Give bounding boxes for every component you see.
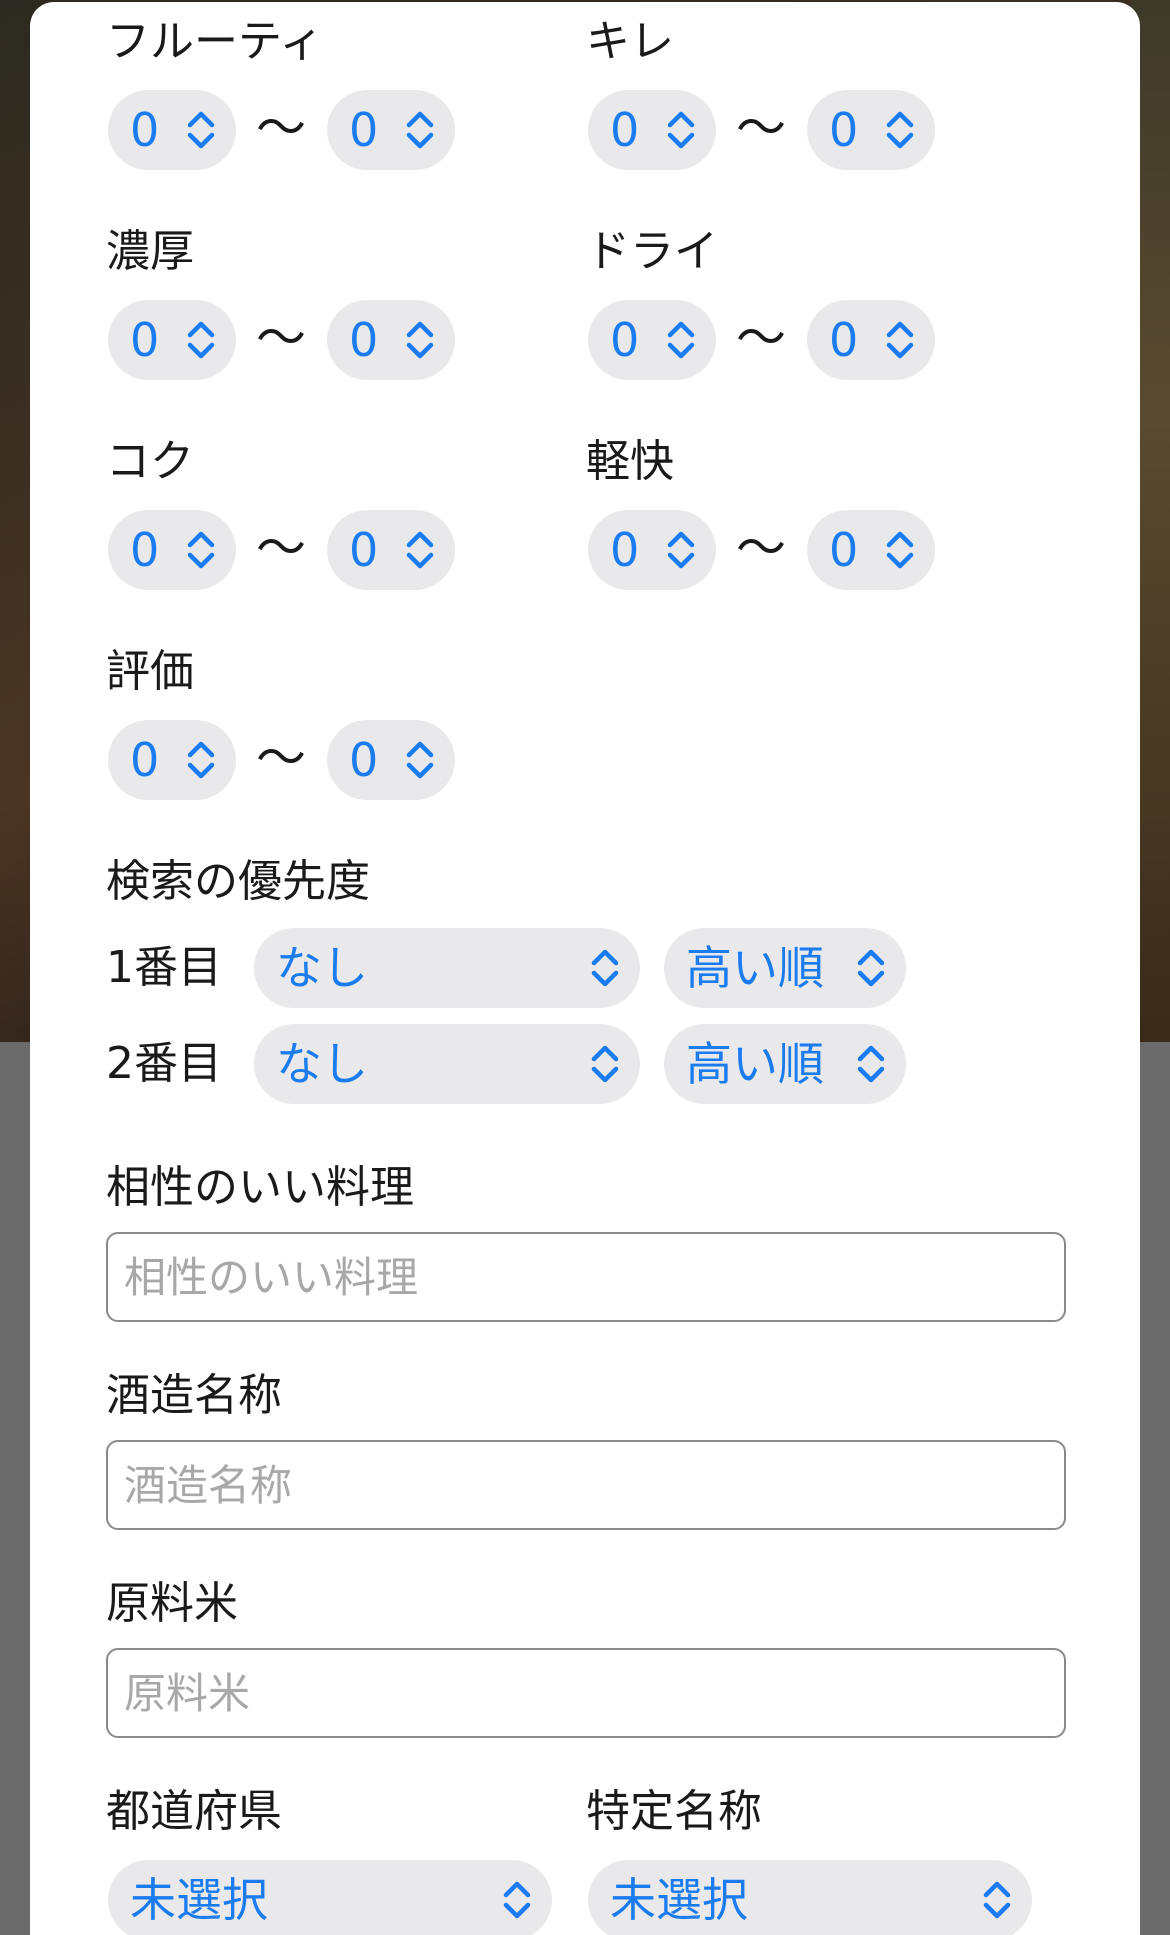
stepper-value: 0 [610,313,640,367]
stepper-value: 0 [349,103,379,157]
rating-max-stepper[interactable]: 0 [327,720,455,800]
kire-min-stepper[interactable]: 0 [588,90,716,170]
chevron-up-down-icon [886,531,914,569]
range-label-kire: キレ [586,16,674,67]
stepper-value: 0 [349,313,379,367]
chevron-up-down-icon [187,111,215,149]
designation-label: 特定名称 [586,1786,762,1837]
chevron-up-down-icon [886,111,914,149]
range-label-fruity: フルーティ [106,16,324,67]
chevron-up-down-icon [983,1881,1011,1919]
range-label-koku: コク [106,436,194,487]
chevron-up-down-icon [187,321,215,359]
range-label-keikai: 軽快 [586,436,674,487]
range-label-dry: ドライ [586,226,718,277]
dry-min-stepper[interactable]: 0 [588,300,716,380]
range-label-rating: 評価 [106,646,194,697]
chevron-up-down-icon [857,1045,885,1083]
priority-title: 検索の優先度 [106,856,370,907]
chevron-up-down-icon [857,949,885,987]
chevron-up-down-icon [406,741,434,779]
select-value: 未選択 [610,1873,748,1927]
priority-2-field-select[interactable]: なし [254,1024,640,1104]
chevron-up-down-icon [886,321,914,359]
pairing-label: 相性のいい料理 [106,1162,414,1213]
range-separator: 〜 [256,729,306,787]
rating-min-stepper[interactable]: 0 [108,720,236,800]
range-label-noukou: 濃厚 [106,226,194,277]
select-value: 高い順 [686,941,824,995]
koku-min-stepper[interactable]: 0 [108,510,236,590]
stepper-value: 0 [130,313,160,367]
range-separator: 〜 [736,519,786,577]
stepper-value: 0 [130,733,160,787]
range-separator: 〜 [256,309,306,367]
rice-input[interactable] [106,1648,1066,1738]
pairing-input[interactable] [106,1232,1066,1322]
stepper-value: 0 [130,523,160,577]
prefecture-label: 都道府県 [106,1786,282,1837]
stepper-value: 0 [610,523,640,577]
keikai-min-stepper[interactable]: 0 [588,510,716,590]
stepper-value: 0 [349,733,379,787]
chevron-up-down-icon [187,741,215,779]
search-filter-sheet: フルーティ 0 〜 0 キレ 0 〜 0 濃厚 0 〜 0 ドライ 0 〜 0 … [30,2,1140,1935]
range-separator: 〜 [736,99,786,157]
range-separator: 〜 [256,99,306,157]
chevron-up-down-icon [667,321,695,359]
brewery-label: 酒造名称 [106,1370,282,1421]
select-value: なし [276,941,368,995]
stepper-value: 0 [349,523,379,577]
chevron-up-down-icon [406,111,434,149]
stepper-value: 0 [829,103,859,157]
rice-label: 原料米 [106,1578,238,1629]
chevron-up-down-icon [503,1881,531,1919]
chevron-up-down-icon [406,321,434,359]
select-value: 未選択 [130,1873,268,1927]
chevron-up-down-icon [591,1045,619,1083]
noukou-min-stepper[interactable]: 0 [108,300,236,380]
prefecture-select[interactable]: 未選択 [108,1860,552,1935]
stepper-value: 0 [130,103,160,157]
chevron-up-down-icon [667,111,695,149]
priority-2-order-select[interactable]: 高い順 [664,1024,906,1104]
fruity-max-stepper[interactable]: 0 [327,90,455,170]
range-separator: 〜 [736,309,786,367]
stepper-value: 0 [829,313,859,367]
select-value: なし [276,1037,368,1091]
select-value: 高い順 [686,1037,824,1091]
priority-1-order-select[interactable]: 高い順 [664,928,906,1008]
keikai-max-stepper[interactable]: 0 [807,510,935,590]
chevron-up-down-icon [667,531,695,569]
kire-max-stepper[interactable]: 0 [807,90,935,170]
brewery-input[interactable] [106,1440,1066,1530]
koku-max-stepper[interactable]: 0 [327,510,455,590]
stepper-value: 0 [610,103,640,157]
stepper-value: 0 [829,523,859,577]
dry-max-stepper[interactable]: 0 [807,300,935,380]
range-separator: 〜 [256,519,306,577]
priority-row-2-label: 2番目 [106,1038,222,1089]
priority-1-field-select[interactable]: なし [254,928,640,1008]
priority-row-1-label: 1番目 [106,942,222,993]
designation-select[interactable]: 未選択 [588,1860,1032,1935]
chevron-up-down-icon [187,531,215,569]
chevron-up-down-icon [591,949,619,987]
noukou-max-stepper[interactable]: 0 [327,300,455,380]
chevron-up-down-icon [406,531,434,569]
fruity-min-stepper[interactable]: 0 [108,90,236,170]
